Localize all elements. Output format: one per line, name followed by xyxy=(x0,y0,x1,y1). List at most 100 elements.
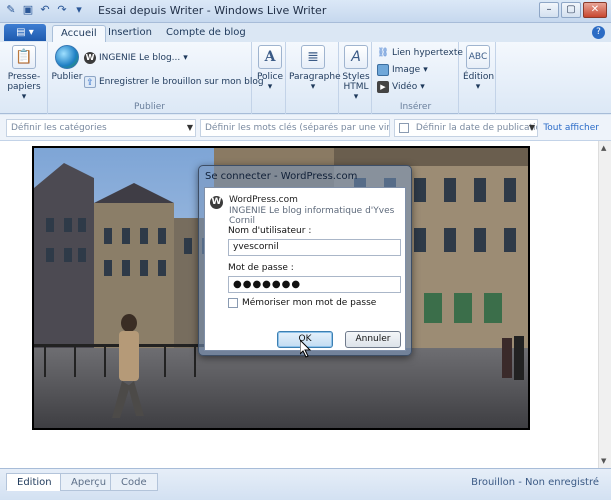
styles-label: Styles HTML xyxy=(342,72,370,92)
styles-group: A Styles HTML ▾ xyxy=(340,42,372,114)
tab-accueil[interactable]: Accueil xyxy=(52,25,106,42)
clipboard-icon: 📋 xyxy=(12,45,36,69)
chevron-down-icon: ▼ xyxy=(186,123,193,132)
minimize-button[interactable]: – xyxy=(539,2,559,18)
scroll-down-icon[interactable]: ▼ xyxy=(601,457,606,465)
tab-edition[interactable]: Edition xyxy=(6,473,63,491)
paragraph-group: ≣ Paragraphe ▾ xyxy=(287,42,341,114)
image-icon xyxy=(377,64,389,76)
save-icon[interactable]: ▣ xyxy=(21,3,35,17)
publish-date-dropdown[interactable]: Définir la date de publication ▼ xyxy=(394,119,538,137)
chevron-down-icon: ▾ xyxy=(420,82,425,92)
save-draft-label: Enregistrer le brouillon sur mon blog xyxy=(99,77,264,87)
ribbon: 📋 Presse-papiers ▾ Publier W INGENIE Le … xyxy=(0,42,611,114)
insert-image-label: Image xyxy=(392,65,421,75)
insert-video-button[interactable]: ▶ Vidéo ▾ xyxy=(377,81,425,93)
tab-insertion[interactable]: Insertion xyxy=(100,25,160,42)
font-icon: A xyxy=(258,45,282,69)
save-draft-icon: ⇪ xyxy=(84,76,96,88)
undo-icon[interactable]: ↶ xyxy=(38,3,52,17)
editing-button[interactable]: ABC Édition ▾ xyxy=(463,45,495,92)
maximize-button[interactable]: ▢ xyxy=(561,2,581,18)
blog-selector-label: INGENIE Le blog... xyxy=(99,53,181,63)
help-icon[interactable]: ? xyxy=(592,26,605,39)
font-label: Police xyxy=(256,72,284,82)
blog-name: INGENIE Le blog informatique d'Yves Corn… xyxy=(229,206,395,226)
username-field[interactable]: yvescornil xyxy=(228,239,401,256)
blog-selector[interactable]: W INGENIE Le blog... ▾ xyxy=(84,52,188,64)
spellcheck-icon: ABC xyxy=(466,45,490,69)
clipboard-button[interactable]: 📋 Presse-papiers ▾ xyxy=(6,45,42,102)
save-draft-button[interactable]: ⇪ Enregistrer le brouillon sur mon blog xyxy=(84,76,264,88)
wordpress-icon: W xyxy=(84,52,96,64)
styles-button[interactable]: A Styles HTML ▾ xyxy=(342,45,370,102)
chevron-down-icon: ▾ xyxy=(183,53,188,63)
clipboard-label: Presse-papiers xyxy=(7,72,41,92)
chevron-down-icon: ▾ xyxy=(423,65,428,75)
categories-placeholder: Définir les catégories xyxy=(11,123,107,133)
window-title: Essai depuis Writer - Windows Live Write… xyxy=(98,4,327,17)
status-bar: Edition Aperçu Code Brouillon - Non enre… xyxy=(0,468,611,500)
publish-date-checkbox[interactable] xyxy=(399,122,409,133)
login-dialog: Se connecter - WordPress.com W WordPress… xyxy=(198,165,412,356)
password-field[interactable]: ●●●●●●● xyxy=(228,276,401,293)
app-menu-button[interactable]: ▤ ▾ xyxy=(4,24,46,41)
remember-password-label: Mémoriser mon mot de passe xyxy=(242,298,377,308)
insert-video-label: Vidéo xyxy=(392,82,418,92)
remember-password-checkbox[interactable] xyxy=(228,298,238,308)
tab-code[interactable]: Code xyxy=(110,473,158,491)
ribbon-tabs: ▤ ▾ Accueil Insertion Compte de blog ? xyxy=(0,23,611,42)
styles-icon: A xyxy=(344,45,368,69)
insert-group: ⛓ Lien hypertexte Image ▾ ▶ Vidéo ▾ Insé… xyxy=(373,42,463,114)
wordpress-icon: W xyxy=(210,196,223,209)
publish-button[interactable]: Publier xyxy=(50,45,84,82)
dialog-title: Se connecter - WordPress.com xyxy=(205,171,358,182)
insert-group-label: Insérer xyxy=(399,102,432,112)
chevron-down-icon: ▼ xyxy=(528,123,535,132)
close-button[interactable]: ✕ xyxy=(583,2,607,18)
paragraph-dropdown-arrow: ▾ xyxy=(310,82,316,92)
show-all-link[interactable]: Tout afficher xyxy=(543,123,599,133)
styles-dropdown-arrow: ▾ xyxy=(353,92,359,102)
tab-apercu[interactable]: Aperçu xyxy=(60,473,118,491)
clipboard-dropdown-arrow: ▾ xyxy=(21,92,27,102)
insert-link-button[interactable]: ⛓ Lien hypertexte xyxy=(377,47,463,59)
video-icon: ▶ xyxy=(377,81,389,93)
vertical-scrollbar[interactable]: ▲ ▼ xyxy=(598,141,611,468)
post-options-bar: Définir les catégories ▼ Définir les mot… xyxy=(0,115,611,141)
quick-access-toolbar: ✎ ▣ ↶ ↷ ▾ xyxy=(4,3,86,17)
paragraph-icon: ≣ xyxy=(301,45,325,69)
editing-group: ABC Édition ▾ xyxy=(460,42,496,114)
password-label: Mot de passe : xyxy=(228,263,294,273)
clipboard-group: 📋 Presse-papiers ▾ xyxy=(0,42,48,114)
tags-input[interactable]: Définir les mots clés (séparés par une v… xyxy=(200,119,390,137)
tags-placeholder: Définir les mots clés (séparés par une v… xyxy=(205,123,390,133)
customize-qat-icon[interactable]: ▾ xyxy=(72,3,86,17)
tab-compte-de-blog[interactable]: Compte de blog xyxy=(158,25,254,42)
font-button[interactable]: A Police ▾ xyxy=(256,45,284,92)
dialog-body: W WordPress.com INGENIE Le blog informat… xyxy=(204,187,406,351)
categories-dropdown[interactable]: Définir les catégories ▼ xyxy=(6,119,196,137)
editing-label: Édition xyxy=(463,72,495,82)
publish-date-label: Définir la date de publication xyxy=(415,123,538,133)
font-group: A Police ▾ xyxy=(254,42,286,114)
scroll-up-icon[interactable]: ▲ xyxy=(601,144,606,152)
window-controls: – ▢ ✕ xyxy=(539,2,607,18)
publish-group: Publier W INGENIE Le blog... ▾ ⇪ Enregis… xyxy=(48,42,264,114)
paragraph-label: Paragraphe xyxy=(289,72,341,82)
service-name: WordPress.com xyxy=(229,195,298,205)
publish-label: Publier xyxy=(51,72,83,82)
editing-dropdown-arrow: ▾ xyxy=(475,82,481,92)
insert-link-label: Lien hypertexte xyxy=(392,48,463,58)
link-icon: ⛓ xyxy=(377,48,389,58)
redo-icon[interactable]: ↷ xyxy=(55,3,69,17)
insert-image-button[interactable]: Image ▾ xyxy=(377,64,428,76)
app-icon: ✎ xyxy=(6,3,16,16)
cancel-button[interactable]: Annuler xyxy=(345,331,401,348)
publish-group-label: Publier xyxy=(134,102,165,112)
remember-password-option[interactable]: Mémoriser mon mot de passe xyxy=(228,298,376,308)
paragraph-button[interactable]: ≣ Paragraphe ▾ xyxy=(289,45,341,92)
font-dropdown-arrow: ▾ xyxy=(267,82,273,92)
draft-status: Brouillon - Non enregistré xyxy=(471,477,599,488)
title-bar: ✎ ▣ ↶ ↷ ▾ Essai depuis Writer - Windows … xyxy=(0,0,611,23)
